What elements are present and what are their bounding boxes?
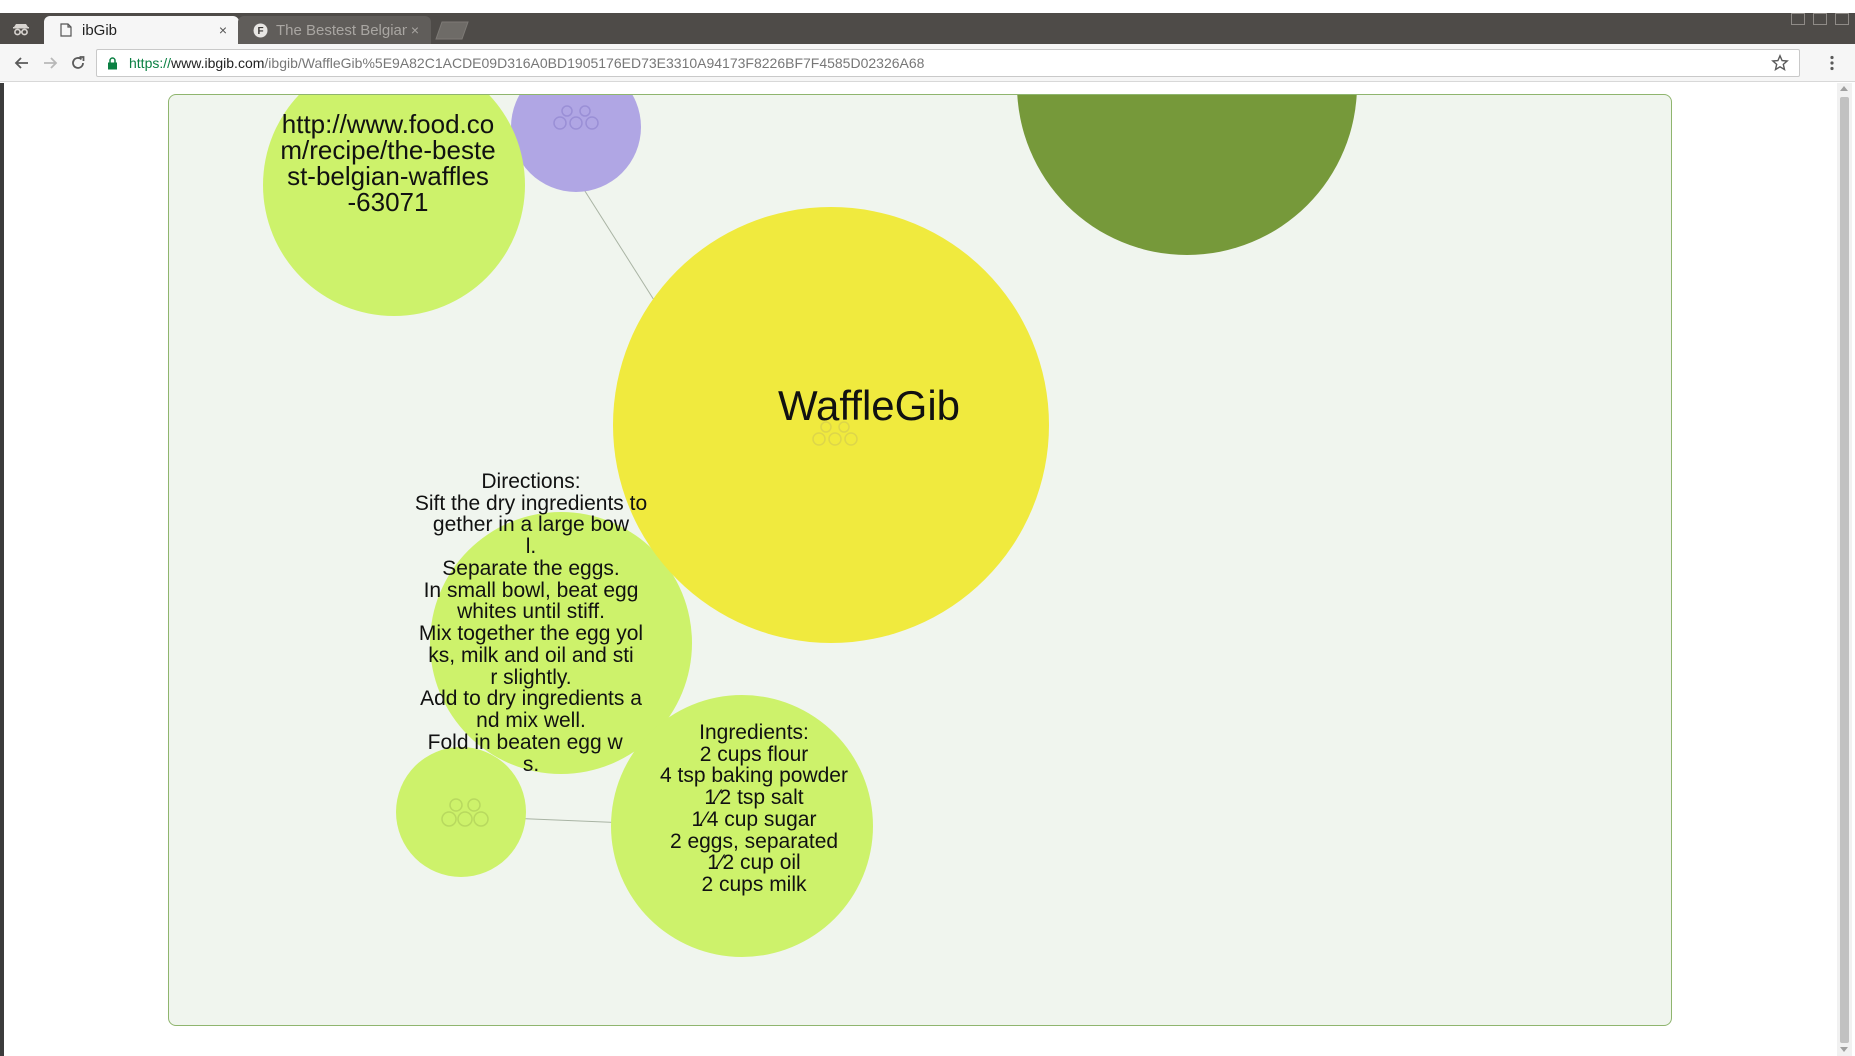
node-wafflegib-label: WaffleGib xyxy=(777,382,961,429)
vertical-scrollbar[interactable] xyxy=(1837,83,1852,1056)
tab-title: The Bestest Belgian xyxy=(276,21,407,39)
node-directions-label: Directions: Sift the dry ingredients tog… xyxy=(414,470,648,776)
bookmark-star-icon[interactable] xyxy=(1771,54,1789,72)
forward-arrow-icon[interactable] xyxy=(39,52,61,74)
lock-icon xyxy=(107,56,121,70)
window-left-edge xyxy=(0,83,4,1056)
new-tab-button[interactable] xyxy=(435,21,469,40)
svg-text:F: F xyxy=(257,26,263,37)
minimize-icon[interactable] xyxy=(1791,13,1805,25)
node-ingredients-label: Ingredients: 2 cups flour 4 tsp baking p… xyxy=(660,721,848,897)
window-controls xyxy=(1791,13,1849,25)
node-purple[interactable] xyxy=(511,95,641,192)
page-icon xyxy=(58,22,74,38)
tab-ibgib[interactable]: ibGib × xyxy=(44,16,239,44)
node-dark-green[interactable] xyxy=(1017,95,1357,255)
ibgib-canvas[interactable]: http://www.food.co m/recipe/the-beste st… xyxy=(168,94,1672,1026)
scroll-thumb[interactable] xyxy=(1840,97,1849,1043)
url-scheme: https:// xyxy=(129,55,172,71)
tab-title: ibGib xyxy=(82,21,118,39)
node-url-label: http://www.food.co m/recipe/the-beste st… xyxy=(280,109,496,217)
food-com-icon: F xyxy=(252,22,268,38)
window-top-strip xyxy=(0,0,1855,13)
browser-toolbar: https:// www.ibgib.com /ibgib/WaffleGib%… xyxy=(0,44,1855,82)
tab-bestest-belgian[interactable]: F The Bestest Belgian × xyxy=(238,16,431,44)
tab-bar: ibGib × F The Bestest Belgian × xyxy=(0,13,1855,44)
close-window-icon[interactable] xyxy=(1835,13,1849,25)
address-bar[interactable]: https:// www.ibgib.com /ibgib/WaffleGib%… xyxy=(96,49,1800,77)
tab-close-icon[interactable]: × xyxy=(215,22,231,38)
scroll-up-arrow-icon[interactable] xyxy=(1840,86,1848,91)
browser-menu-icon[interactable] xyxy=(1822,52,1842,74)
url-host: www.ibgib.com xyxy=(171,55,265,71)
url-path: /ibgib/WaffleGib%5E9A82C1ACDE09D316A0BD1… xyxy=(264,55,925,71)
reload-icon[interactable] xyxy=(67,52,89,74)
tab-close-icon[interactable]: × xyxy=(407,22,423,38)
maximize-icon[interactable] xyxy=(1813,13,1827,25)
incognito-menu-icon[interactable] xyxy=(8,19,34,39)
scroll-down-arrow-icon[interactable] xyxy=(1840,1047,1848,1052)
back-arrow-icon[interactable] xyxy=(11,52,33,74)
graph-svg xyxy=(263,95,1357,957)
